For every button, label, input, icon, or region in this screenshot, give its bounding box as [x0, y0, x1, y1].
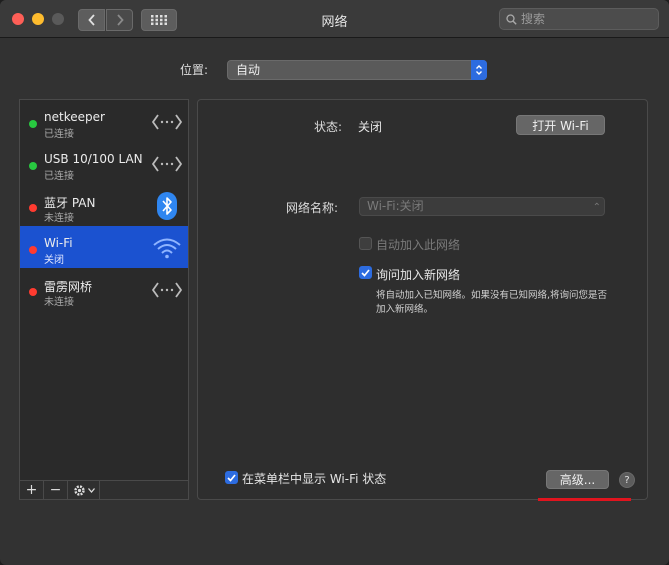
search-input[interactable]: [521, 12, 651, 26]
service-item-wifi[interactable]: Wi-Fi 关闭: [20, 226, 188, 268]
location-value: 自动: [236, 63, 261, 77]
show-in-menubar-checkbox[interactable]: [225, 471, 238, 484]
network-preferences-window: 网络 位置: 自动 netkeeper 已连接 USB 10/100 LAN 已…: [0, 0, 669, 565]
service-list-toolbar: + −: [20, 480, 188, 499]
search-field[interactable]: [499, 8, 659, 30]
ask-to-join-hint: 将自动加入已知网络。如果没有已知网络,将询问您是否加入新网络。: [376, 290, 608, 315]
location-label: 位置:: [180, 63, 209, 77]
annotation-underline: [538, 498, 631, 501]
checkmark-icon: [227, 473, 236, 482]
service-name: USB 10/100 LAN: [44, 152, 143, 166]
wifi-icon: [152, 234, 182, 262]
title-bar: 网络: [0, 0, 669, 38]
auto-join-checkbox[interactable]: [359, 237, 372, 250]
service-status: 关闭: [44, 255, 64, 266]
service-status: 未连接: [44, 297, 74, 308]
advanced-button[interactable]: 高级...: [546, 470, 609, 489]
show-in-menubar-label: 在菜单栏中显示 Wi-Fi 状态: [242, 472, 387, 486]
add-service-button[interactable]: +: [20, 481, 44, 499]
status-value: 关闭: [358, 120, 383, 134]
remove-service-button[interactable]: −: [44, 481, 68, 499]
network-name-label: 网络名称:: [286, 201, 339, 215]
turn-on-wifi-button[interactable]: 打开 Wi-Fi: [516, 115, 605, 135]
status-label: 状态:: [314, 120, 343, 134]
ethernet-arrows-icon: [152, 108, 182, 136]
service-item-netkeeper[interactable]: netkeeper 已连接: [20, 100, 188, 142]
location-select[interactable]: 自动: [227, 60, 487, 80]
network-name-select[interactable]: Wi-Fi:关闭 ⌃: [359, 197, 605, 216]
service-item-bluetooth-pan[interactable]: 蓝牙 PAN 未连接: [20, 184, 188, 226]
ethernet-arrows-icon: [152, 276, 182, 304]
status-dot: [29, 246, 37, 254]
bluetooth-icon: [152, 192, 182, 220]
service-status: 未连接: [44, 213, 74, 224]
status-dot: [29, 120, 37, 128]
service-status: 已连接: [44, 129, 74, 140]
updown-chevron-icon: [471, 60, 487, 80]
service-item-thunderbolt-bridge[interactable]: 雷雳网桥 未连接: [20, 268, 188, 310]
service-list: netkeeper 已连接 USB 10/100 LAN 已连接 蓝牙 PAN …: [19, 99, 189, 500]
chevron-down-icon: [87, 487, 95, 493]
service-name: Wi-Fi: [44, 236, 73, 250]
service-status: 已连接: [44, 171, 74, 182]
search-icon: [506, 13, 517, 25]
gear-icon: [73, 484, 85, 496]
help-button[interactable]: ?: [619, 472, 635, 488]
updown-chevron-icon: ⌃: [592, 202, 601, 213]
status-dot: [29, 162, 37, 170]
status-dot: [29, 204, 37, 212]
service-item-usb-lan[interactable]: USB 10/100 LAN 已连接: [20, 142, 188, 184]
network-name-value: Wi-Fi:关闭: [367, 199, 424, 213]
status-dot: [29, 288, 37, 296]
ask-to-join-label: 询问加入新网络: [376, 268, 461, 282]
action-menu-button[interactable]: [68, 481, 100, 499]
ethernet-arrows-icon: [152, 150, 182, 178]
auto-join-label: 自动加入此网络: [376, 238, 461, 252]
service-name: netkeeper: [44, 110, 105, 124]
checkmark-icon: [361, 268, 370, 277]
ask-to-join-checkbox[interactable]: [359, 266, 372, 279]
